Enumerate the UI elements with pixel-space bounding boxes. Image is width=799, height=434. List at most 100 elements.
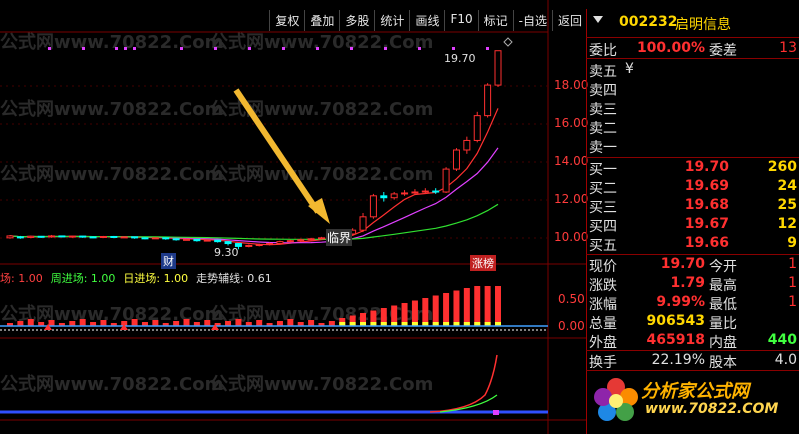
- signal-dot: [248, 47, 251, 50]
- divider: [586, 157, 799, 158]
- high-price-tag: 19.70: [444, 52, 476, 65]
- zhangbang-label: 涨榜: [470, 255, 496, 271]
- kline-chart[interactable]: [0, 0, 586, 434]
- kline-window: 公式网www.70822.Com 公式网www.70822.Com 公式网www…: [0, 0, 799, 434]
- stock-code: 002232: [619, 14, 678, 30]
- quote-label: 内盘: [709, 335, 737, 351]
- annotation-arrow: [233, 88, 321, 214]
- candle-body: [193, 238, 201, 242]
- toolbar-button-fanhui[interactable]: 返回: [551, 10, 587, 31]
- indicator-bar: [474, 286, 481, 326]
- indicator-bar: [183, 319, 190, 326]
- dropdown-icon[interactable]: [593, 16, 603, 23]
- divider: [586, 370, 799, 371]
- signal-dot: [282, 47, 285, 50]
- indicator-legend: 场: 1.00 周进场: 1.00 日进场: 1.00 走势辅线: 0.61: [0, 270, 272, 286]
- quote-value: 440: [767, 332, 797, 348]
- quote-label: 外盘: [589, 335, 617, 351]
- buy2-label: 买二: [589, 181, 617, 197]
- candle-body: [452, 149, 460, 170]
- buy4-vol: 12: [777, 216, 797, 232]
- quote-value: 1: [788, 275, 797, 291]
- candle-body: [286, 240, 294, 243]
- quote-label: 现价: [589, 259, 617, 275]
- candle-body: [183, 238, 191, 241]
- candle-body: [494, 50, 502, 86]
- equity-label: 股本: [709, 355, 737, 371]
- quote-label: 量比: [709, 316, 737, 332]
- candle-body: [141, 237, 149, 240]
- signal-dot: [124, 47, 127, 50]
- quote-label: 涨幅: [589, 297, 617, 313]
- candle-body: [401, 192, 409, 195]
- sell2-label: 卖二: [589, 121, 617, 137]
- stock-header: 002232 启明信息: [589, 14, 797, 33]
- candle-body: [6, 235, 14, 239]
- buy5-label: 买五: [589, 238, 617, 254]
- indicator-zhou: 周进场: 1.00: [50, 272, 116, 285]
- indicator-bar: [443, 293, 450, 326]
- weicha-value: 13: [779, 40, 797, 56]
- sell3-row: 卖三: [589, 99, 797, 118]
- buy1-label: 买一: [589, 162, 617, 178]
- marker-diamond: [503, 37, 513, 47]
- quote-label: 总量: [589, 316, 617, 332]
- toolbar-button-duogu[interactable]: 多股: [339, 10, 374, 31]
- indicator-bar: [463, 288, 470, 326]
- candle-body: [48, 235, 56, 238]
- indicator-tick: 0.50: [558, 292, 585, 306]
- price-tick: 12.00: [554, 192, 589, 206]
- candle-body: [162, 237, 170, 240]
- toolbar-button-biaoji[interactable]: 标记: [477, 10, 513, 31]
- toolbar-button-diejia[interactable]: 叠加: [304, 10, 339, 31]
- signal-dot: [350, 47, 353, 50]
- candle-body: [359, 216, 367, 231]
- sell1-row: 卖一: [589, 137, 797, 156]
- weibi-label: 委比: [589, 43, 617, 59]
- signal-dot: [115, 47, 118, 50]
- flower-icon: [594, 378, 638, 421]
- candle-body: [317, 237, 325, 240]
- quote-value: 19.70: [660, 256, 705, 272]
- candle-body: [120, 236, 128, 239]
- candle-body: [266, 243, 274, 246]
- toolbar-button-huaxian[interactable]: 画线: [409, 10, 444, 31]
- candle-body: [432, 190, 440, 193]
- toolbar-button-fuquan[interactable]: 复权: [269, 10, 304, 31]
- sell4-row: 卖四: [589, 80, 797, 99]
- turnover-row: 换手 22.19% 股本 4.0: [589, 352, 797, 371]
- site-logo: 分析家公式网 www.70822.COM: [591, 371, 796, 431]
- indicator-bar: [308, 320, 315, 326]
- ma-line: [9, 203, 499, 240]
- buy5-row: 买五 19.66 9: [589, 235, 797, 254]
- candle-body: [172, 238, 180, 241]
- candle-body: [421, 190, 429, 193]
- buy2-price: 19.69: [684, 178, 729, 194]
- quote-label: 最高: [709, 278, 737, 294]
- price-tick: 14.00: [554, 154, 589, 168]
- toolbar-button-zixuan[interactable]: -自选: [512, 10, 552, 31]
- candle-body: [79, 235, 87, 238]
- quote-row-pct: 涨幅 9.99% 最低 1: [589, 294, 797, 313]
- quote-label: 最低: [709, 297, 737, 313]
- weicha-label: 委差: [709, 43, 737, 59]
- buy1-price: 19.70: [684, 159, 729, 175]
- toolbar-button-f10[interactable]: F10: [444, 10, 477, 31]
- buy3-row: 买三 19.68 25: [589, 197, 797, 216]
- quote-value: 1.79: [670, 275, 705, 291]
- indicator-bar: [131, 319, 138, 326]
- price-tick: 16.00: [554, 116, 589, 130]
- candle-body: [68, 235, 76, 238]
- indicator-bar: [48, 320, 55, 326]
- candle-body: [27, 235, 35, 238]
- sell5-label: 卖五: [589, 64, 617, 80]
- indicator-tick: 0.00: [558, 319, 585, 333]
- signal-dot: [452, 47, 455, 50]
- price-tick: 10.00: [554, 230, 589, 244]
- toolbar-button-tongji[interactable]: 统计: [374, 10, 409, 31]
- logo-title: 分析家公式网: [641, 381, 749, 402]
- indicator-bar: [79, 319, 86, 326]
- signal-dot: [48, 47, 51, 50]
- candle-body: [411, 191, 419, 194]
- divider: [586, 58, 799, 59]
